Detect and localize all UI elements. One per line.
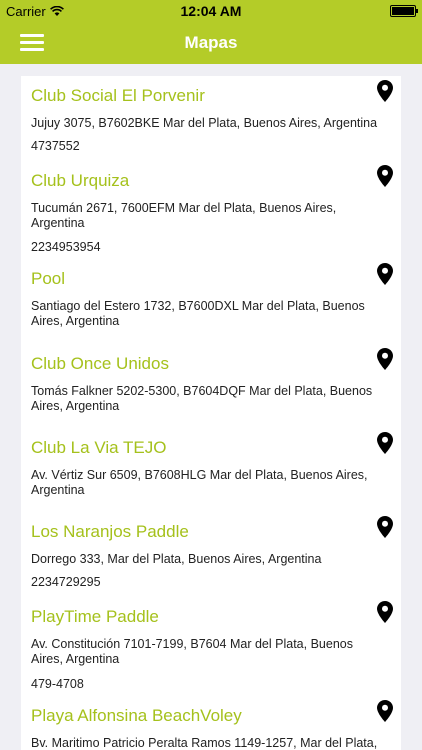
- list-item[interactable]: Playa Alfonsina BeachVoley Bv. Maritimo …: [21, 700, 401, 750]
- status-bar: Carrier 12:04 AM: [0, 0, 422, 22]
- status-right: [390, 5, 418, 17]
- nav-bar: Mapas: [0, 22, 422, 64]
- place-phone: 2234953954: [31, 240, 101, 254]
- map-pin-icon[interactable]: [377, 516, 393, 538]
- place-address: Bv. Maritimo Patricio Peralta Ramos 1149…: [31, 736, 378, 750]
- list-item[interactable]: Club Urquiza Tucumán 2671, 7600EFM Mar d…: [21, 165, 401, 256]
- place-name: Club La Via TEJO: [31, 438, 167, 457]
- places-list[interactable]: Club Social El Porvenir Jujuy 3075, B760…: [21, 76, 401, 750]
- place-address: Tucumán 2671, 7600EFM Mar del Plata, Bue…: [31, 201, 337, 230]
- place-address: Tomás Falkner 5202-5300, B7604DQF Mar de…: [31, 384, 373, 413]
- map-pin-icon[interactable]: [377, 263, 393, 285]
- list-item[interactable]: Club Once Unidos Tomás Falkner 5202-5300…: [21, 348, 401, 426]
- place-address: Santiago del Estero 1732, B7600DXL Mar d…: [31, 299, 365, 328]
- list-item[interactable]: Pool Santiago del Estero 1732, B7600DXL …: [21, 263, 401, 341]
- map-pin-icon[interactable]: [377, 80, 393, 102]
- list-item[interactable]: PlayTime Paddle Av. Constitución 7101-71…: [21, 601, 401, 692]
- place-name: Club Urquiza: [31, 171, 130, 190]
- place-name: Club Once Unidos: [31, 354, 169, 373]
- map-pin-icon[interactable]: [377, 432, 393, 454]
- list-item[interactable]: Club La Via TEJO Av. Vértiz Sur 6509, B7…: [21, 432, 401, 510]
- place-address: Av. Vértiz Sur 6509, B7608HLG Mar del Pl…: [31, 468, 368, 497]
- place-name: Playa Alfonsina BeachVoley: [31, 706, 242, 725]
- place-phone: 2234729295: [31, 575, 101, 589]
- place-name: Club Social El Porvenir: [31, 86, 205, 105]
- status-time: 12:04 AM: [180, 3, 242, 19]
- place-name: PlayTime Paddle: [31, 607, 159, 626]
- place-address: Av. Constitución 7101-7199, B7604 Mar de…: [31, 637, 353, 666]
- map-pin-icon[interactable]: [377, 348, 393, 370]
- map-pin-icon[interactable]: [377, 165, 393, 187]
- battery-icon: [390, 5, 418, 17]
- page-title: Mapas: [184, 33, 238, 52]
- place-name: Los Naranjos Paddle: [31, 522, 189, 541]
- place-address: Dorrego 333, Mar del Plata, Buenos Aires…: [31, 552, 322, 566]
- place-address: Jujuy 3075, B7602BKE Mar del Plata, Buen…: [31, 116, 378, 130]
- place-phone: 4737552: [31, 139, 80, 153]
- place-name: Pool: [31, 269, 66, 288]
- map-pin-icon[interactable]: [377, 601, 393, 623]
- list-item[interactable]: Los Naranjos Paddle Dorrego 333, Mar del…: [21, 516, 401, 594]
- list-item[interactable]: Club Social El Porvenir Jujuy 3075, B760…: [21, 80, 401, 161]
- place-phone: 479-4708: [31, 677, 84, 691]
- map-pin-icon[interactable]: [377, 700, 393, 722]
